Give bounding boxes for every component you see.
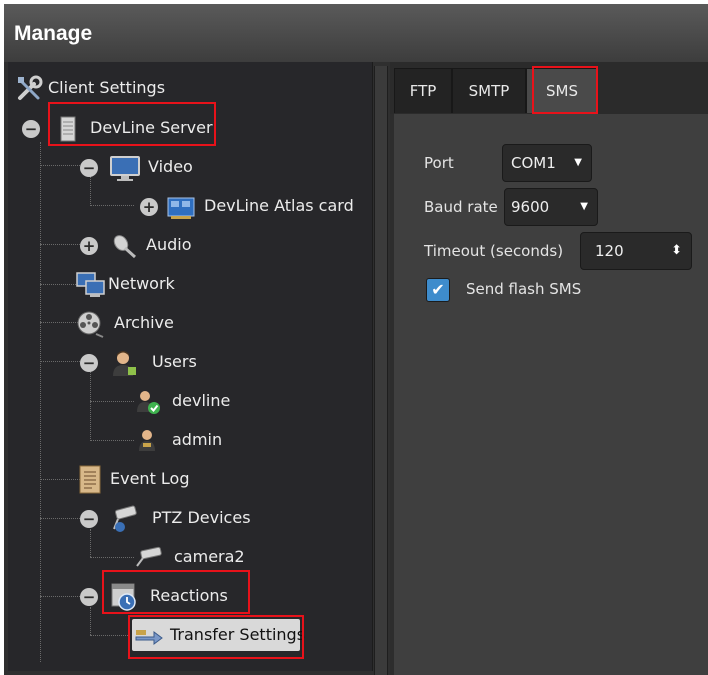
tree-item-users[interactable]: − Users	[74, 348, 274, 378]
camera-icon	[134, 544, 162, 572]
document-icon	[76, 465, 104, 494]
tree-line	[90, 635, 130, 636]
tree-item-label: camera2	[174, 547, 245, 566]
baud-rate-label: Baud rate	[424, 198, 498, 216]
highlight-box	[532, 66, 598, 114]
tree-item-label: admin	[172, 430, 223, 449]
tab-label: SMTP	[468, 82, 510, 100]
spin-arrows-icon[interactable]: ⬍	[671, 233, 682, 269]
tree-item-label: devline	[172, 391, 231, 410]
port-value: COM1	[511, 154, 556, 172]
collapse-icon[interactable]: −	[80, 159, 98, 177]
highlight-box	[48, 102, 216, 146]
manage-window: Manage Client Settings − DevLine Server …	[4, 4, 708, 675]
tree-item-ptz-devices[interactable]: − PTZ Devices	[74, 504, 294, 534]
tree-item-user-admin[interactable]: admin	[134, 426, 334, 456]
tree-line	[90, 557, 134, 558]
tree-item-event-log[interactable]: Event Log	[74, 465, 274, 495]
sms-settings-panel: Port COM1 ▼ Baud rate 9600 ▼ Timeout (se…	[394, 114, 708, 675]
tree-item-label: Audio	[146, 235, 192, 254]
chevron-down-icon: ▼	[574, 157, 582, 168]
tree-item-user-devline[interactable]: devline	[134, 387, 334, 417]
tree-line	[90, 372, 91, 441]
tab-smtp[interactable]: SMTP	[452, 68, 526, 113]
tree-line	[90, 440, 134, 441]
expand-icon[interactable]: +	[80, 237, 98, 255]
user-icon	[134, 427, 162, 455]
send-flash-sms-checkbox[interactable]: ✔	[426, 278, 450, 302]
tree-item-video[interactable]: − Video	[74, 153, 274, 183]
tree-item-label: PTZ Devices	[152, 508, 251, 527]
tree-item-label: Network	[108, 274, 175, 293]
baud-rate-select[interactable]: 9600 ▼	[504, 188, 598, 226]
tools-icon	[16, 74, 44, 102]
film-reel-icon	[76, 310, 104, 338]
settings-pane: FTP SMTP SMS Port COM1 ▼ Baud rate 9600 …	[390, 62, 708, 675]
expand-icon[interactable]: +	[140, 198, 158, 216]
collapse-icon[interactable]: −	[80, 588, 98, 606]
tree-item-capture-card[interactable]: + DevLine Atlas card	[134, 192, 364, 222]
tree-item-label: Event Log	[110, 469, 190, 488]
port-select[interactable]: COM1 ▼	[502, 144, 592, 182]
tree-item-audio[interactable]: + Audio	[74, 231, 274, 261]
capture-card-icon	[166, 193, 195, 221]
window-title: Manage	[14, 22, 93, 45]
port-label: Port	[424, 154, 454, 172]
tree-item-label: Users	[152, 352, 197, 371]
monitor-icon	[110, 154, 140, 182]
tree-line	[90, 205, 134, 206]
highlight-box	[102, 570, 250, 614]
collapse-icon[interactable]: −	[80, 354, 98, 372]
send-flash-sms-label: Send flash SMS	[466, 280, 582, 298]
tree-item-archive[interactable]: Archive	[74, 309, 274, 339]
title-bar: Manage	[4, 4, 708, 62]
highlight-box	[128, 615, 304, 659]
collapse-icon[interactable]: −	[22, 120, 40, 138]
baud-rate-value: 9600	[511, 198, 550, 216]
network-icon	[76, 271, 105, 299]
user-check-icon	[134, 388, 162, 416]
timeout-value: 120	[595, 242, 624, 260]
tab-label: FTP	[409, 82, 437, 100]
microphone-icon	[110, 232, 138, 260]
tree-item-camera2[interactable]: camera2	[134, 543, 334, 573]
timeout-label: Timeout (seconds)	[424, 242, 564, 260]
tab-ftp[interactable]: FTP	[394, 68, 452, 113]
tree-item-label: DevLine Atlas card	[204, 196, 354, 215]
pane-splitter[interactable]	[374, 66, 388, 675]
tree-line	[90, 401, 134, 402]
users-icon	[110, 349, 138, 377]
tree-item-network[interactable]: Network	[74, 270, 274, 300]
tree-item-label: Client Settings	[48, 78, 166, 97]
chevron-down-icon: ▼	[580, 201, 588, 212]
collapse-icon[interactable]: −	[80, 510, 98, 528]
tree-item-label: Video	[148, 157, 193, 176]
ptz-camera-icon	[110, 505, 138, 533]
timeout-spinbox[interactable]: 120 ⬍	[580, 232, 692, 270]
tree-item-label: Archive	[114, 313, 174, 332]
tab-bar: FTP SMTP SMS	[390, 62, 708, 114]
tree-item-client-settings[interactable]: Client Settings	[16, 74, 216, 104]
tree-line	[40, 142, 41, 662]
settings-tree[interactable]: Client Settings − DevLine Server − Video…	[8, 62, 373, 671]
